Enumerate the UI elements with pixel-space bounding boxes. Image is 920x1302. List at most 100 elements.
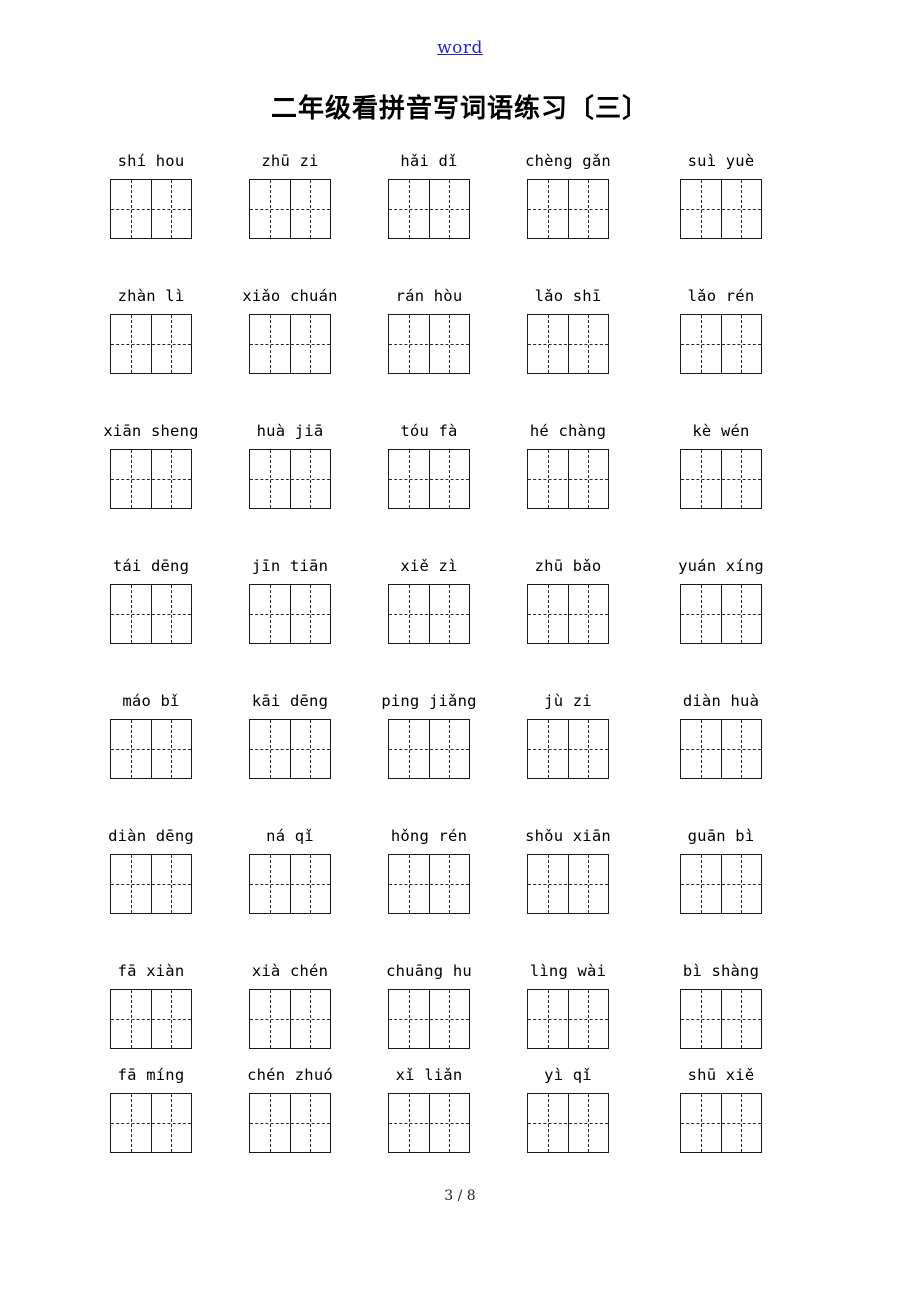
- writing-grid-box[interactable]: [388, 1093, 470, 1153]
- cell-divider: [290, 585, 291, 643]
- exercise-item: chén zhuó: [235, 1064, 345, 1153]
- exercise-row: máo bǐ kāi dēng ping jiǎng jù zi diàn huà: [0, 690, 920, 825]
- word-link[interactable]: word: [0, 38, 920, 58]
- exercise-item: tái dēng: [96, 555, 206, 644]
- writing-grid-box[interactable]: [527, 989, 609, 1049]
- exercise-item: ping jiǎng: [374, 690, 484, 779]
- pinyin-label: yì qǐ: [544, 1066, 592, 1084]
- pinyin-label: xiān sheng: [103, 422, 199, 440]
- cell-divider: [721, 855, 722, 913]
- writing-grid-box[interactable]: [388, 989, 470, 1049]
- exercise-item: xǐ liǎn: [374, 1064, 484, 1153]
- cell-divider: [429, 585, 430, 643]
- cell-divider: [429, 720, 430, 778]
- writing-grid-box[interactable]: [110, 989, 192, 1049]
- exercise-item: shū xiě: [666, 1064, 776, 1153]
- exercise-item: jīn tiān: [235, 555, 345, 644]
- writing-grid-box[interactable]: [680, 989, 762, 1049]
- writing-grid-box[interactable]: [110, 1093, 192, 1153]
- pinyin-label: bì shàng: [682, 962, 760, 980]
- exercise-item: xiě zì: [374, 555, 484, 644]
- writing-grid-box[interactable]: [527, 179, 609, 239]
- writing-grid-box[interactable]: [680, 449, 762, 509]
- writing-grid-box[interactable]: [249, 854, 331, 914]
- pinyin-label: hé chàng: [529, 422, 607, 440]
- writing-grid-box[interactable]: [249, 314, 331, 374]
- writing-grid-box[interactable]: [680, 584, 762, 644]
- pinyin-label: xǐ liǎn: [395, 1066, 463, 1084]
- pinyin-label: xià chén: [251, 962, 329, 980]
- writing-grid-box[interactable]: [110, 179, 192, 239]
- pinyin-label: suì yuè: [687, 152, 755, 170]
- cell-divider: [721, 450, 722, 508]
- pinyin-label: hǒng rén: [390, 827, 468, 845]
- writing-grid-box[interactable]: [110, 314, 192, 374]
- writing-grid-box[interactable]: [680, 314, 762, 374]
- exercise-item: guān bì: [666, 825, 776, 914]
- exercise-item: diàn dēng: [96, 825, 206, 914]
- exercise-item: kè wén: [666, 420, 776, 509]
- cell-divider: [429, 315, 430, 373]
- cell-divider: [721, 315, 722, 373]
- writing-grid-box[interactable]: [680, 854, 762, 914]
- pinyin-label: kè wén: [692, 422, 750, 440]
- cell-divider: [721, 1094, 722, 1152]
- cell-divider: [290, 990, 291, 1048]
- pinyin-label: shí hou: [117, 152, 185, 170]
- writing-grid-box[interactable]: [680, 1093, 762, 1153]
- writing-grid-box[interactable]: [249, 179, 331, 239]
- writing-grid-box[interactable]: [388, 854, 470, 914]
- exercise-sheet: shí hou zhū zi hǎi dǐ chèng gǎn suì yuè zhàn …: [0, 150, 920, 1168]
- exercise-item: zhàn lì: [96, 285, 206, 374]
- exercise-item: yì qǐ: [513, 1064, 623, 1153]
- cell-divider: [568, 180, 569, 238]
- exercise-item: suì yuè: [666, 150, 776, 239]
- writing-grid-box[interactable]: [527, 314, 609, 374]
- writing-grid-box[interactable]: [527, 719, 609, 779]
- pinyin-label: lìng wài: [529, 962, 607, 980]
- cell-divider: [290, 1094, 291, 1152]
- pinyin-label: jīn tiān: [251, 557, 329, 575]
- writing-grid-box[interactable]: [249, 449, 331, 509]
- pinyin-label: fā xiàn: [117, 962, 185, 980]
- writing-grid-box[interactable]: [249, 584, 331, 644]
- cell-divider: [151, 180, 152, 238]
- cell-divider: [429, 450, 430, 508]
- writing-grid-box[interactable]: [527, 1093, 609, 1153]
- cell-divider: [429, 855, 430, 913]
- pinyin-label: máo bǐ: [122, 692, 180, 710]
- cell-divider: [429, 1094, 430, 1152]
- pinyin-label: zhàn lì: [117, 287, 185, 305]
- writing-grid-box[interactable]: [527, 584, 609, 644]
- writing-grid-box[interactable]: [110, 854, 192, 914]
- writing-grid-box[interactable]: [249, 1093, 331, 1153]
- exercise-item: tóu fà: [374, 420, 484, 509]
- writing-grid-box[interactable]: [527, 449, 609, 509]
- exercise-row: diàn dēng ná qǐ hǒng rén shǒu xiān guān bì: [0, 825, 920, 960]
- writing-grid-box[interactable]: [388, 449, 470, 509]
- exercise-item: hǎi dǐ: [374, 150, 484, 239]
- cell-divider: [151, 855, 152, 913]
- cell-divider: [721, 990, 722, 1048]
- writing-grid-box[interactable]: [388, 314, 470, 374]
- exercise-item: xiǎo chuán: [235, 285, 345, 374]
- writing-grid-box[interactable]: [680, 719, 762, 779]
- exercise-item: rán hòu: [374, 285, 484, 374]
- writing-grid-box[interactable]: [388, 179, 470, 239]
- writing-grid-box[interactable]: [680, 179, 762, 239]
- cell-divider: [429, 990, 430, 1048]
- exercise-item: jù zi: [513, 690, 623, 779]
- exercise-item: hǒng rén: [374, 825, 484, 914]
- cell-divider: [151, 585, 152, 643]
- exercise-row: fā míng chén zhuó xǐ liǎn yì qǐ shū xiě: [0, 1064, 920, 1168]
- writing-grid-box[interactable]: [249, 719, 331, 779]
- cell-divider: [290, 450, 291, 508]
- writing-grid-box[interactable]: [110, 584, 192, 644]
- writing-grid-box[interactable]: [527, 854, 609, 914]
- writing-grid-box[interactable]: [388, 719, 470, 779]
- writing-grid-box[interactable]: [110, 449, 192, 509]
- writing-grid-box[interactable]: [110, 719, 192, 779]
- cell-divider: [721, 180, 722, 238]
- writing-grid-box[interactable]: [388, 584, 470, 644]
- writing-grid-box[interactable]: [249, 989, 331, 1049]
